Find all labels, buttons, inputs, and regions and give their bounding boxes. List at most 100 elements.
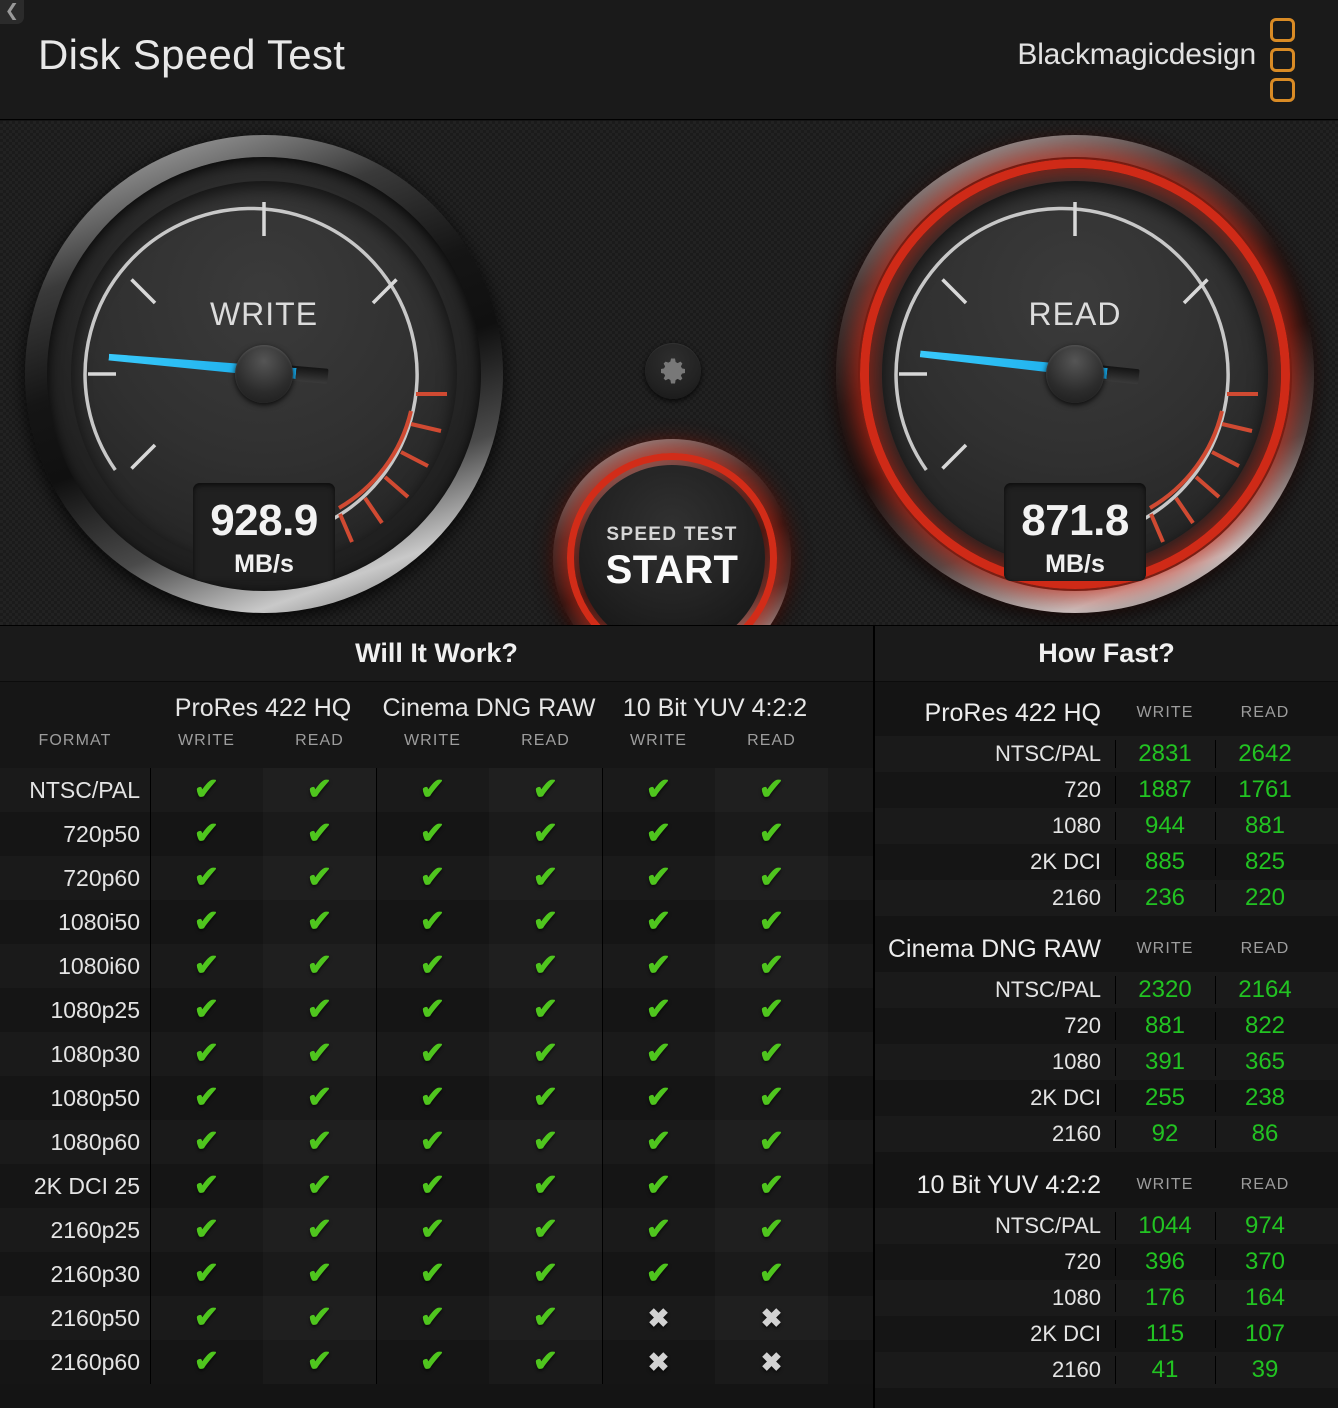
read-gauge: READ 871.8 MB/s [836, 135, 1314, 613]
write-fps-value: 41 [1115, 1356, 1215, 1384]
supported-cell: ✔ [150, 1208, 263, 1252]
table-row: 2160p25 ✔ ✔ ✔ ✔ ✔ ✔ [0, 1208, 873, 1252]
resolution-label: 2160 [1052, 885, 1101, 910]
supported-cell: ✔ [602, 856, 715, 900]
check-icon: ✔ [645, 905, 672, 938]
check-icon: ✔ [758, 993, 785, 1026]
back-button[interactable]: ❮ [0, 0, 24, 24]
check-icon: ✔ [532, 1301, 559, 1334]
check-icon: ✔ [758, 773, 785, 806]
column-subheader: WRITE [177, 732, 236, 749]
check-icon: ✔ [419, 773, 446, 806]
cross-icon: ✖ [760, 1303, 783, 1333]
supported-cell: ✔ [715, 812, 828, 856]
check-icon: ✔ [419, 1345, 446, 1378]
page-title: Disk Speed Test [38, 31, 346, 78]
supported-cell: ✔ [376, 1296, 489, 1340]
write-fps-value: 236 [1115, 884, 1215, 912]
check-icon: ✔ [645, 1037, 672, 1070]
supported-cell: ✔ [263, 1296, 376, 1340]
supported-cell: ✔ [263, 768, 376, 812]
supported-cell: ✔ [376, 944, 489, 988]
supported-cell: ✔ [715, 988, 828, 1032]
table-row: 1080p60 ✔ ✔ ✔ ✔ ✔ ✔ [0, 1120, 873, 1164]
read-value: 871.8 [1021, 496, 1129, 545]
supported-cell: ✔ [715, 1076, 828, 1120]
read-fps-value: 164 [1215, 1284, 1315, 1312]
table-row: 2160 41 39 [875, 1352, 1338, 1388]
check-icon: ✔ [758, 1125, 785, 1158]
check-icon: ✔ [419, 1169, 446, 1202]
how-fast-title: How Fast? [875, 626, 1338, 682]
check-icon: ✔ [758, 949, 785, 982]
check-icon: ✔ [645, 1125, 672, 1158]
check-icon: ✔ [193, 1257, 220, 1290]
read-fps-value: 370 [1215, 1248, 1315, 1276]
codec-name: Cinema DNG RAW [888, 934, 1101, 963]
check-icon: ✔ [645, 1257, 672, 1290]
table-row: 1080p25 ✔ ✔ ✔ ✔ ✔ ✔ [0, 988, 873, 1032]
supported-cell: ✔ [489, 856, 602, 900]
codec-name: 10 Bit YUV 4:2:2 [916, 1170, 1101, 1199]
check-icon: ✔ [645, 817, 672, 850]
supported-cell: ✔ [715, 944, 828, 988]
supported-cell: ✔ [602, 988, 715, 1032]
format-label: 2160p25 [50, 1216, 140, 1243]
write-gauge-hub [235, 345, 293, 403]
check-icon: ✔ [193, 1345, 220, 1378]
how-fast-panel: How Fast? ProRes 422 HQ WRITE READ NTSC/PAL… [875, 626, 1338, 1408]
resolution-label: 720 [1064, 1013, 1101, 1038]
check-icon: ✔ [532, 1037, 559, 1070]
will-it-work-title: Will It Work? [0, 626, 873, 682]
unsupported-cell: ✖ [602, 1296, 715, 1340]
supported-cell: ✔ [489, 1208, 602, 1252]
check-icon: ✔ [532, 1125, 559, 1158]
write-fps-value: 885 [1115, 848, 1215, 876]
check-icon: ✔ [306, 1125, 333, 1158]
format-label: NTSC/PAL [29, 776, 140, 803]
check-icon: ✔ [419, 1037, 446, 1070]
table-row: 2160p60 ✔ ✔ ✔ ✔ ✖ ✖ [0, 1340, 873, 1384]
check-icon: ✔ [306, 905, 333, 938]
write-fps-value: 92 [1115, 1120, 1215, 1148]
format-label: 1080p60 [50, 1128, 140, 1155]
write-gauge-face: WRITE 928.9 MB/s [71, 181, 457, 581]
write-fps-value: 1044 [1115, 1212, 1215, 1240]
supported-cell: ✔ [715, 768, 828, 812]
table-row: NTSC/PAL 2831 2642 [875, 736, 1338, 772]
table-row: 2K DCI 25 ✔ ✔ ✔ ✔ ✔ ✔ [0, 1164, 873, 1208]
check-icon: ✔ [419, 1257, 446, 1290]
resolution-label: 1080 [1052, 1285, 1101, 1310]
column-subheader: WRITE [403, 732, 462, 749]
speed-test-start-button[interactable]: SPEED TEST START [553, 439, 791, 625]
check-icon: ✔ [532, 949, 559, 982]
check-icon: ✔ [306, 1257, 333, 1290]
supported-cell: ✔ [376, 900, 489, 944]
how-fast-group-header: Cinema DNG RAW WRITE READ [875, 926, 1338, 972]
supported-cell: ✔ [376, 1032, 489, 1076]
format-label: 2160p30 [50, 1260, 140, 1287]
supported-cell: ✔ [715, 1164, 828, 1208]
check-icon: ✔ [193, 993, 220, 1026]
supported-cell: ✔ [489, 988, 602, 1032]
read-fps-value: 107 [1215, 1320, 1315, 1348]
supported-cell: ✔ [602, 900, 715, 944]
write-column-header: WRITE [1136, 1176, 1194, 1193]
resolution-label: 1080 [1052, 813, 1101, 838]
supported-cell: ✔ [150, 768, 263, 812]
read-fps-value: 39 [1215, 1356, 1315, 1384]
supported-cell: ✔ [489, 1032, 602, 1076]
supported-cell: ✔ [602, 1164, 715, 1208]
resolution-label: 2160 [1052, 1121, 1101, 1146]
write-column-header: WRITE [1136, 940, 1194, 957]
format-label: 720p60 [63, 864, 140, 891]
settings-button[interactable] [645, 343, 701, 399]
check-icon: ✔ [193, 905, 220, 938]
check-icon: ✔ [532, 861, 559, 894]
supported-cell: ✔ [376, 768, 489, 812]
check-icon: ✔ [306, 1081, 333, 1114]
check-icon: ✔ [306, 1037, 333, 1070]
table-row: 1080i50 ✔ ✔ ✔ ✔ ✔ ✔ [0, 900, 873, 944]
cross-icon: ✖ [760, 1347, 783, 1377]
check-icon: ✔ [419, 949, 446, 982]
